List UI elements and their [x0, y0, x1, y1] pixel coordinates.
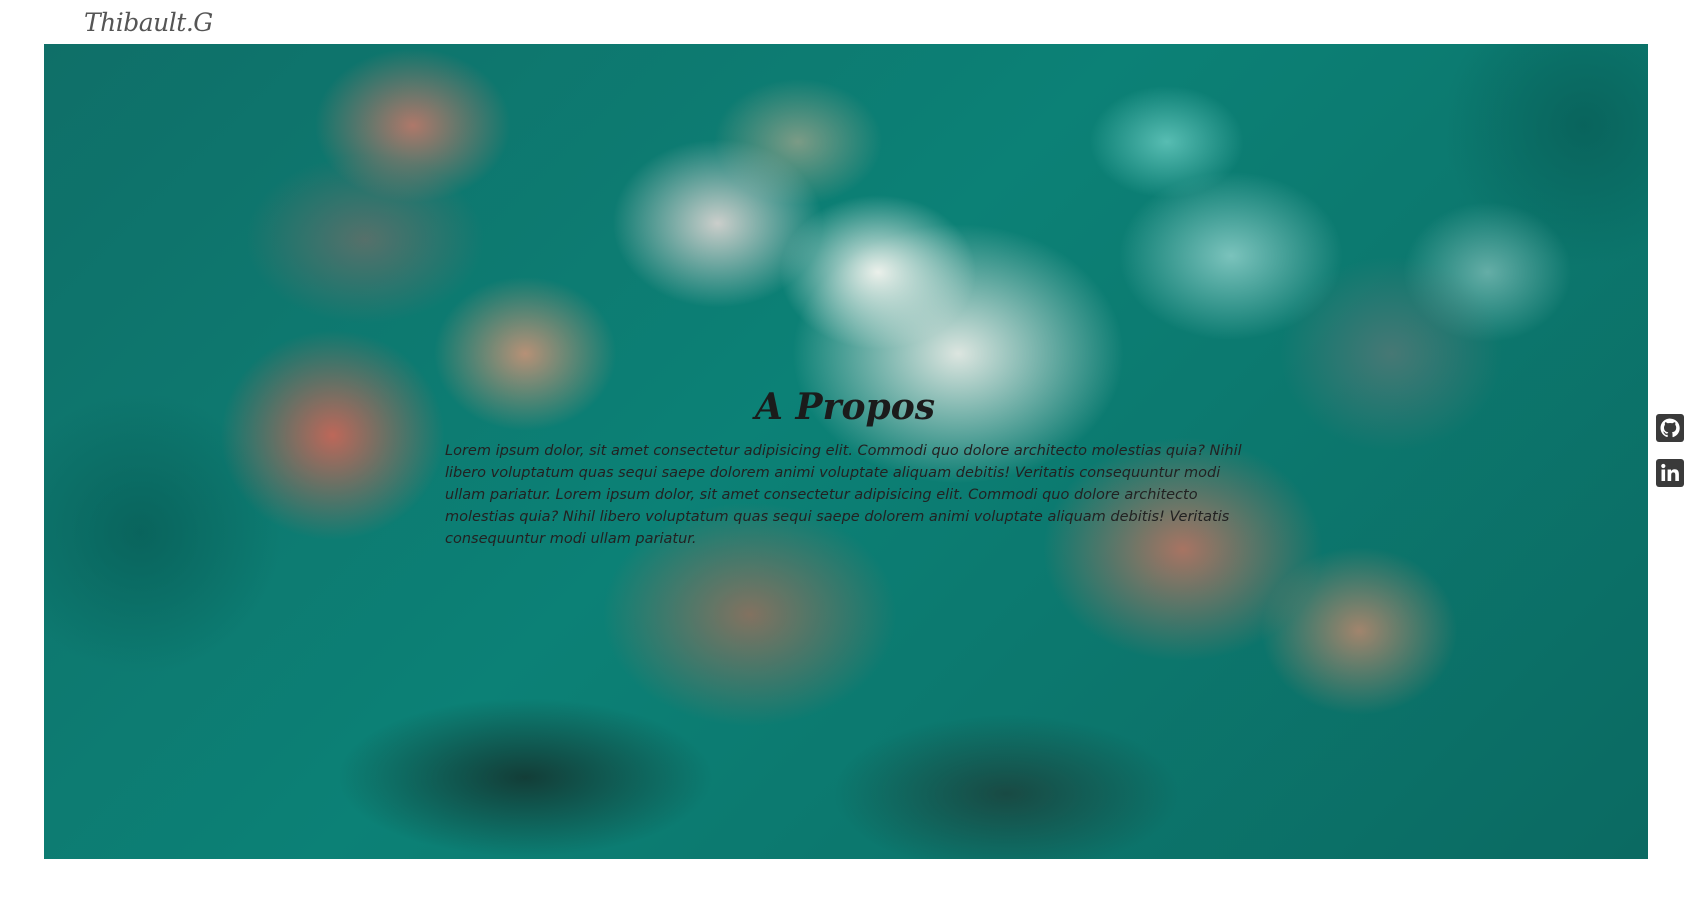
- github-link[interactable]: [1656, 414, 1684, 442]
- social-links: [1656, 414, 1684, 504]
- about-text: Lorem ipsum dolor, sit amet consectetur …: [445, 443, 1242, 547]
- linkedin-icon: [1656, 459, 1684, 487]
- about-title: A Propos: [755, 386, 935, 428]
- linkedin-link[interactable]: [1656, 459, 1684, 487]
- brand-logo-link[interactable]: Thibault.G: [84, 4, 213, 42]
- github-icon: [1656, 414, 1684, 442]
- about-content: A Propos Lorem ipsum dolor, sit amet con…: [445, 380, 1245, 550]
- page: Thibault.G A Propos Lorem ipsum dolor, s…: [0, 0, 1694, 904]
- about-hero-section: A Propos Lorem ipsum dolor, sit amet con…: [44, 44, 1648, 859]
